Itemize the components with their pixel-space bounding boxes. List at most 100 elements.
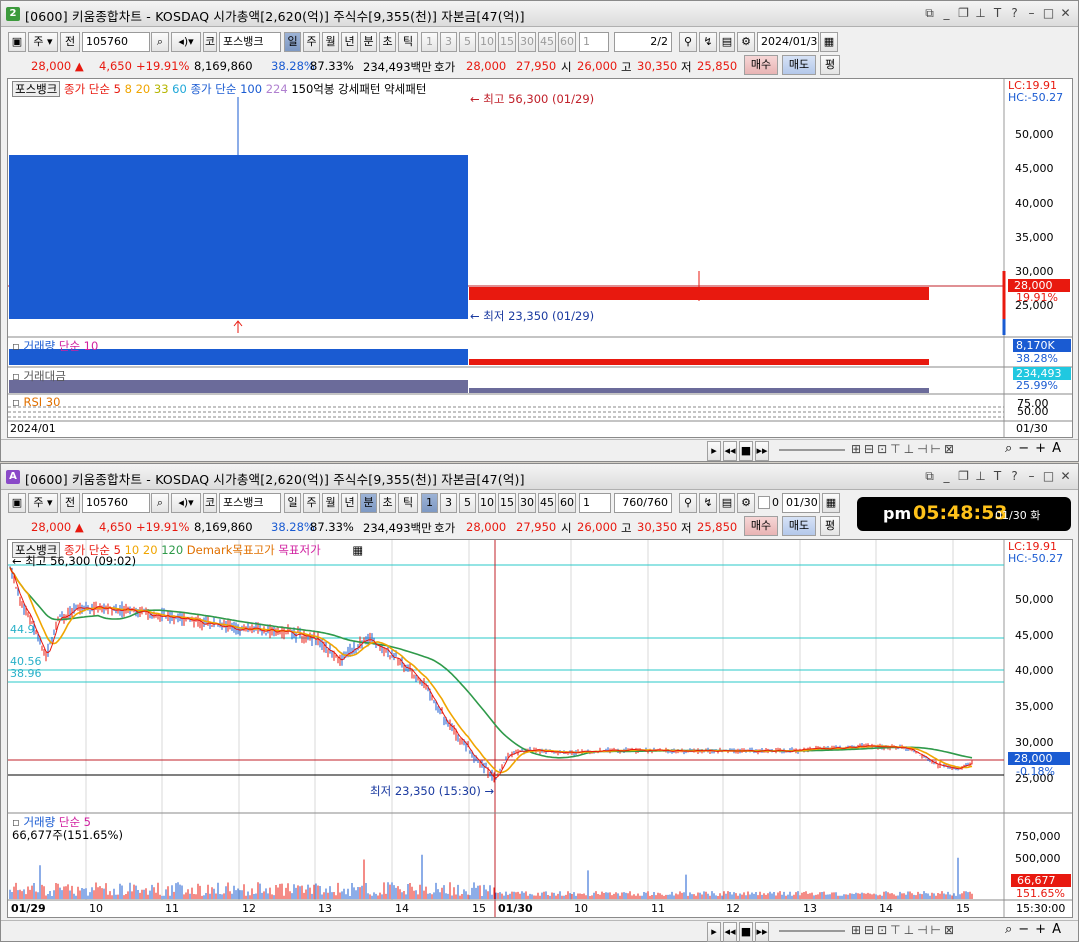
minimize-alt-icon[interactable]: _ [940, 5, 953, 21]
date-input[interactable]: 01/30 [782, 493, 820, 513]
sell-button[interactable]: 매도 [782, 55, 816, 75]
period-tick[interactable]: 틱 [398, 493, 418, 513]
font-icon[interactable]: T [991, 468, 1004, 484]
period-year[interactable]: 년 [341, 32, 358, 52]
help-icon[interactable]: ? [1008, 5, 1021, 21]
zoom-slider[interactable] [779, 449, 845, 451]
period-second[interactable]: 초 [379, 32, 396, 52]
eval-button[interactable]: 평 [820, 55, 840, 75]
period-month[interactable]: 월 [322, 32, 339, 52]
interval-5[interactable]: 5 [459, 32, 476, 52]
minimize-icon[interactable]: – [1025, 468, 1038, 484]
eval-button[interactable]: 평 [820, 516, 840, 536]
indicator-icon[interactable]: ↯ [699, 32, 717, 52]
save-icon[interactable]: ▤ [719, 32, 735, 52]
period-year[interactable]: 년 [341, 493, 358, 513]
rewind-icon[interactable]: ◂◂ [723, 441, 737, 461]
custom-interval-input[interactable]: 1 [579, 493, 611, 513]
save-icon[interactable]: ▤ [719, 493, 735, 513]
sound-icon[interactable]: ◂)▾ [171, 32, 201, 52]
chart-tool-icons[interactable]: ⊞⊟⊡⊤⊥⊣⊢⊠ [851, 923, 957, 937]
interval-3[interactable]: 3 [440, 32, 457, 52]
table-icon[interactable]: ▦ [352, 543, 363, 557]
interval-30[interactable]: 30 [518, 493, 536, 513]
period-day[interactable]: 일 [284, 32, 301, 52]
restore-layout-icon[interactable]: ⧉ [923, 468, 936, 484]
close-icon[interactable]: ✕ [1059, 5, 1072, 21]
volume-ma-label[interactable]: 단순 10 [59, 339, 98, 353]
date-input[interactable]: 2024/01/30 [757, 32, 819, 52]
period-minute[interactable]: 분 [360, 493, 377, 513]
help-icon[interactable]: ? [1008, 468, 1021, 484]
pin-icon[interactable]: ⊥ [974, 5, 987, 21]
gear-icon[interactable]: ⚙ [737, 493, 755, 513]
play-icon[interactable]: ▸ [707, 441, 721, 461]
restore-layout-icon[interactable]: ⧉ [923, 5, 936, 21]
market-label[interactable]: 코 [203, 493, 217, 513]
period-day[interactable]: 일 [284, 493, 301, 513]
interval-45[interactable]: 45 [538, 493, 556, 513]
interval-60[interactable]: 60 [558, 493, 576, 513]
interval-3[interactable]: 3 [440, 493, 457, 513]
zoom-slider[interactable] [779, 930, 845, 932]
layout-icon[interactable]: ▣ [8, 32, 26, 52]
period-second[interactable]: 초 [379, 493, 396, 513]
stop-icon[interactable]: ■ [739, 441, 753, 461]
buy-button[interactable]: 매수 [744, 55, 778, 75]
interval-1[interactable]: 1 [421, 493, 438, 513]
mode-select[interactable]: 주 ▾ [28, 32, 58, 52]
search-icon[interactable]: ⌕ [151, 493, 169, 513]
stock-name-field[interactable]: 포스뱅크 [219, 32, 281, 52]
interval-10[interactable]: 10 [478, 493, 496, 513]
page-counter[interactable]: 2/2 [614, 32, 672, 52]
period-week[interactable]: 주 [303, 32, 320, 52]
custom-interval-input[interactable]: 1 [579, 32, 609, 52]
maximize-icon[interactable]: □ [1042, 5, 1055, 21]
stock-name-field[interactable]: 포스뱅크 [219, 493, 281, 513]
interval-45[interactable]: 45 [538, 32, 556, 52]
zoom-icon[interactable]: ⌕−+A [1005, 922, 1067, 937]
font-icon[interactable]: T [991, 5, 1004, 21]
ma-8[interactable]: 8 [125, 82, 132, 96]
ma-60[interactable]: 60 [172, 82, 187, 96]
checkbox[interactable] [758, 496, 770, 509]
play-icon[interactable]: ▸ [707, 922, 721, 942]
search-icon[interactable]: ⌕ [151, 32, 169, 52]
market-label[interactable]: 코 [203, 32, 217, 52]
sell-button[interactable]: 매도 [782, 516, 816, 536]
gear-icon[interactable]: ⚙ [737, 32, 755, 52]
calendar-icon[interactable]: ▦ [822, 493, 840, 513]
forward-icon[interactable]: ▸▸ [755, 922, 769, 942]
stock-code-input[interactable]: 105760 [82, 493, 150, 513]
demark-low-label[interactable]: 목표저가 [278, 543, 320, 557]
layout-icon[interactable]: ▣ [8, 493, 26, 513]
ma-20[interactable]: 20 [136, 82, 151, 96]
amount-label[interactable]: 거래대금 [23, 369, 65, 383]
buy-button[interactable]: 매수 [744, 516, 778, 536]
volume-label[interactable]: 거래량 [23, 339, 55, 353]
pin-icon[interactable]: ⊥ [974, 468, 987, 484]
pattern-bull[interactable]: 150억봉 강세패턴 [291, 82, 380, 96]
sound-icon[interactable]: ◂)▾ [171, 493, 201, 513]
interval-5[interactable]: 5 [459, 493, 476, 513]
mode-select[interactable]: 주 ▾ [28, 493, 58, 513]
chart-tool-icons[interactable]: ⊞⊟⊡⊤⊥⊣⊢⊠ [851, 442, 957, 456]
minimize-icon[interactable]: – [1025, 5, 1038, 21]
ma-33[interactable]: 33 [154, 82, 169, 96]
period-minute[interactable]: 분 [360, 32, 377, 52]
daily-chart-area[interactable]: 포스뱅크 종가 단순 5 8 20 33 60 종가 단순 100 224 15… [7, 78, 1073, 438]
binoculars-icon[interactable]: ⚲ [679, 32, 697, 52]
interval-15[interactable]: 15 [498, 32, 516, 52]
period-month[interactable]: 월 [322, 493, 339, 513]
page-counter[interactable]: 760/760 [614, 493, 672, 513]
ma-224[interactable]: 224 [266, 82, 288, 96]
ma-20[interactable]: 20 [143, 543, 158, 557]
pattern-bear[interactable]: 약세패턴 [384, 82, 426, 96]
stop-icon[interactable]: ■ [739, 922, 753, 942]
prev-button[interactable]: 전 [60, 493, 80, 513]
ma-label-100[interactable]: 종가 단순 100 [190, 82, 262, 96]
copy-window-icon[interactable]: ❐ [957, 468, 970, 484]
ma-120[interactable]: 120 [161, 543, 183, 557]
minimize-alt-icon[interactable]: _ [940, 468, 953, 484]
demark-high-label[interactable]: Demark목표고가 [187, 543, 275, 557]
